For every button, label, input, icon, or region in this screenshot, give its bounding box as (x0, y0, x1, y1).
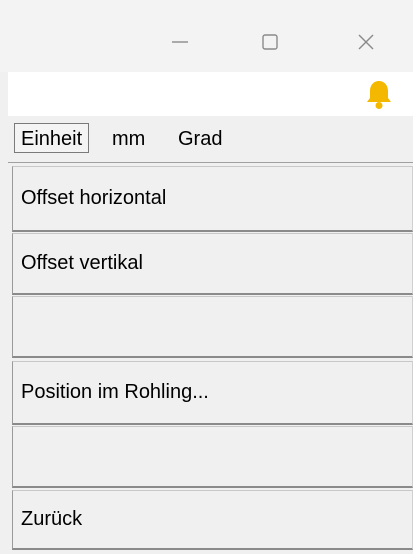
unit-button[interactable]: Einheit (14, 123, 90, 153)
unit-toolbar: Einheit mm Grad (8, 116, 413, 163)
notification-bar (8, 72, 413, 116)
empty-menu-button-2[interactable] (12, 426, 413, 488)
angle-unit-label: Grad (178, 128, 223, 150)
offset-horizontal-label: Offset horizontal (21, 187, 167, 209)
back-label: Zurück (21, 508, 83, 530)
back-button[interactable]: Zurück (12, 490, 413, 550)
minimize-icon (172, 41, 188, 43)
offset-horizontal-button[interactable]: Offset horizontal (12, 166, 413, 232)
minimize-button[interactable] (160, 22, 200, 62)
bell-icon (367, 81, 391, 109)
title-bar (0, 0, 413, 72)
notification-button[interactable] (364, 78, 394, 110)
position-in-blank-label: Position im Rohling... (21, 381, 209, 403)
close-button[interactable] (346, 22, 386, 62)
maximize-icon (262, 34, 278, 50)
length-unit-label: mm (112, 128, 146, 150)
position-in-blank-button[interactable]: Position im Rohling... (12, 361, 413, 425)
offset-vertical-button[interactable]: Offset vertikal (12, 233, 413, 295)
close-icon (358, 34, 374, 50)
empty-menu-button[interactable] (12, 296, 413, 358)
offset-vertical-label: Offset vertikal (21, 252, 143, 274)
maximize-button[interactable] (250, 22, 290, 62)
